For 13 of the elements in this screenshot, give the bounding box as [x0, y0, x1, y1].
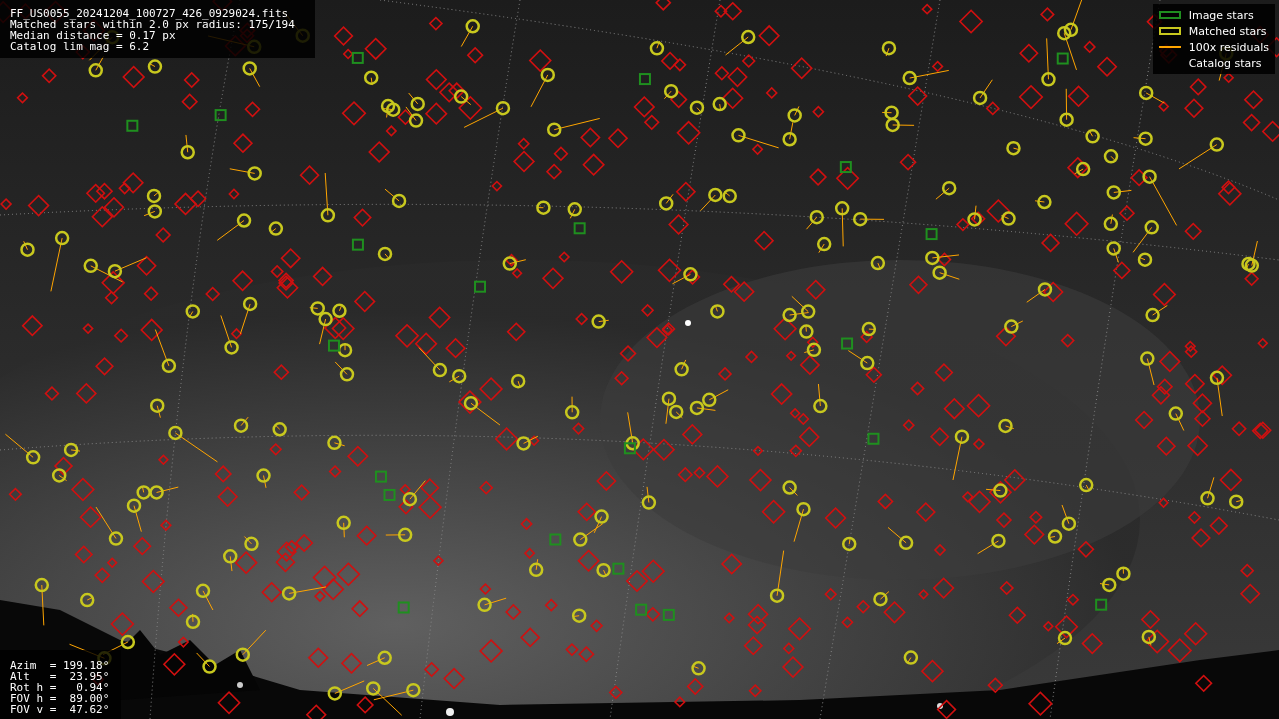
info-text: Median distance = 0.17 px [10, 30, 176, 41]
pointing-text: Alt = 23.95° [10, 671, 110, 682]
legend-label: 100x residuals [1188, 40, 1269, 54]
pointing-text: FOV v = 47.62° [10, 704, 110, 715]
pointing-text: Rot h = 0.94° [10, 682, 110, 693]
legend-label: Image stars [1188, 8, 1254, 22]
info-text: FF_US0055_20241204_100727_426_0929024.fits [10, 8, 290, 19]
legend-label: Matched stars [1188, 24, 1267, 38]
pointing-text: FOV h = 89.00° [10, 693, 110, 704]
pointing-text: Azim = 199.18° [10, 660, 110, 671]
info-text: Matched stars within 2.0 px radius: 175/194 [10, 19, 295, 30]
info-text: Catalog lim mag = 6.2 [10, 41, 151, 52]
legend-label: Catalog stars [1188, 56, 1262, 70]
